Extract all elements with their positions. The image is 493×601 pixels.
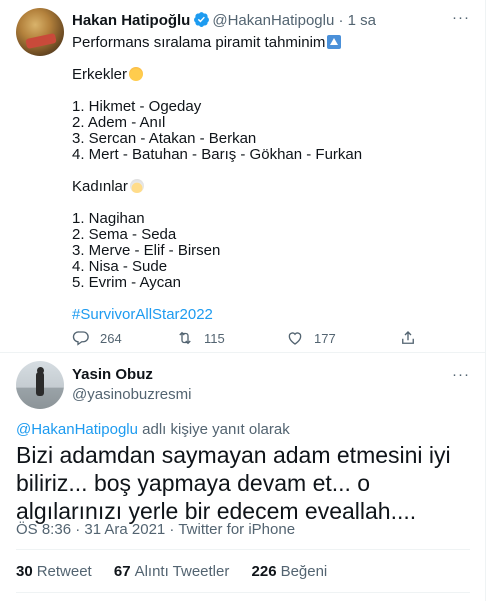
avatar[interactable]: [16, 8, 64, 56]
author-name[interactable]: Yasin Obuz: [72, 366, 153, 383]
author-handle[interactable]: @yasinobuzresmi: [72, 386, 191, 403]
verified-badge-icon: [193, 11, 210, 33]
reply-count: 264: [100, 330, 122, 346]
quotes-label: Alıntı Tweetler: [134, 563, 230, 580]
likes-label: Beğeni: [280, 563, 328, 580]
text-line: 4. Nisa - Sude: [72, 258, 168, 275]
retweets-stat[interactable]: 30 Retweet: [16, 563, 110, 580]
tweet-text: Performans sıralama piramit tahminim Erk…: [72, 35, 362, 323]
text-line: 5. Evrim - Aycan: [72, 274, 181, 291]
reply-icon: [72, 331, 89, 346]
replying-label: adlı kişiye yanıt olarak: [137, 421, 290, 438]
retweet-count: 115: [204, 330, 225, 346]
tweet-header: Hakan Hatipoğlu @HakanHatipoglu · 1 sa: [72, 11, 376, 33]
divider: [0, 352, 486, 353]
like-button[interactable]: 177: [286, 329, 336, 347]
text-line: 1. Nagihan: [72, 210, 145, 227]
retweets-label: Retweet: [36, 563, 92, 580]
more-icon[interactable]: ···: [452, 9, 470, 26]
text-segment: Performans sıralama piramit tahminim: [72, 34, 326, 51]
quotes-count: 67: [113, 563, 131, 580]
replying-to: @HakanHatipoglu adlı kişiye yanıt olarak: [16, 421, 290, 438]
retweets-count: 30: [16, 563, 33, 580]
woman-emoji-icon: [129, 179, 144, 193]
text-line: 4. Mert - Batuhan - Barış - Gökhan - Fur…: [72, 146, 363, 163]
retweet-button[interactable]: 115: [176, 329, 225, 347]
text-line: Performans sıralama piramit tahminim: [72, 35, 362, 51]
reply-button[interactable]: 264: [72, 329, 122, 347]
tweet-text: Bizi adamdan saymayan adam etmesini iyi …: [16, 442, 458, 524]
pyramid-emoji-icon: [327, 35, 342, 49]
divider: [16, 549, 470, 550]
like-count: 177: [314, 330, 336, 346]
more-icon[interactable]: ···: [452, 366, 470, 383]
retweet-icon: [179, 331, 191, 345]
text-line: Erkekler: [72, 67, 362, 83]
likes-count: 226: [251, 563, 277, 580]
divider: [16, 592, 470, 593]
text-line: 3. Merve - Elif - Birsen: [72, 242, 221, 259]
likes-stat[interactable]: 226 Beğeni: [252, 563, 346, 580]
text-segment: Erkekler: [72, 66, 128, 83]
share-icon: [402, 331, 414, 344]
tweet-stats: 30 Retweet 67 Alıntı Tweetler 226 Beğeni: [16, 563, 345, 580]
text-line: 1. Hikmet - Ogeday: [72, 98, 202, 115]
text-line: 2. Adem - Anıl: [72, 114, 166, 131]
author-name[interactable]: Hakan Hatipoğlu: [72, 12, 190, 29]
tweet-time[interactable]: 1 sa: [348, 12, 376, 29]
hashtag-link[interactable]: #SurvivorAllStar2022: [72, 307, 362, 323]
author-handle[interactable]: @HakanHatipoglu: [212, 12, 334, 29]
mention-link[interactable]: @HakanHatipoglu: [16, 421, 138, 438]
like-icon: [288, 332, 302, 345]
avatar[interactable]: [16, 361, 64, 409]
share-button[interactable]: [399, 329, 417, 347]
timeline-column: Hakan Hatipoğlu @HakanHatipoglu · 1 sa ··…: [0, 0, 486, 601]
man-emoji-icon: [129, 67, 144, 81]
text-line: 2. Sema - Seda: [72, 226, 177, 243]
tweet-original[interactable]: Hakan Hatipoğlu @HakanHatipoglu · 1 sa ··…: [0, 0, 486, 346]
dot-separator: ·: [338, 12, 344, 29]
text-segment: Kadınlar: [72, 178, 128, 195]
quotes-stat[interactable]: 67 Alıntı Tweetler: [114, 563, 247, 580]
text-line: 3. Sercan - Atakan - Berkan: [72, 130, 257, 147]
tweet-meta[interactable]: ÖS 8:36 · 31 Ara 2021 · Twitter for iPho…: [16, 521, 295, 538]
text-line: Kadınlar: [72, 179, 362, 195]
